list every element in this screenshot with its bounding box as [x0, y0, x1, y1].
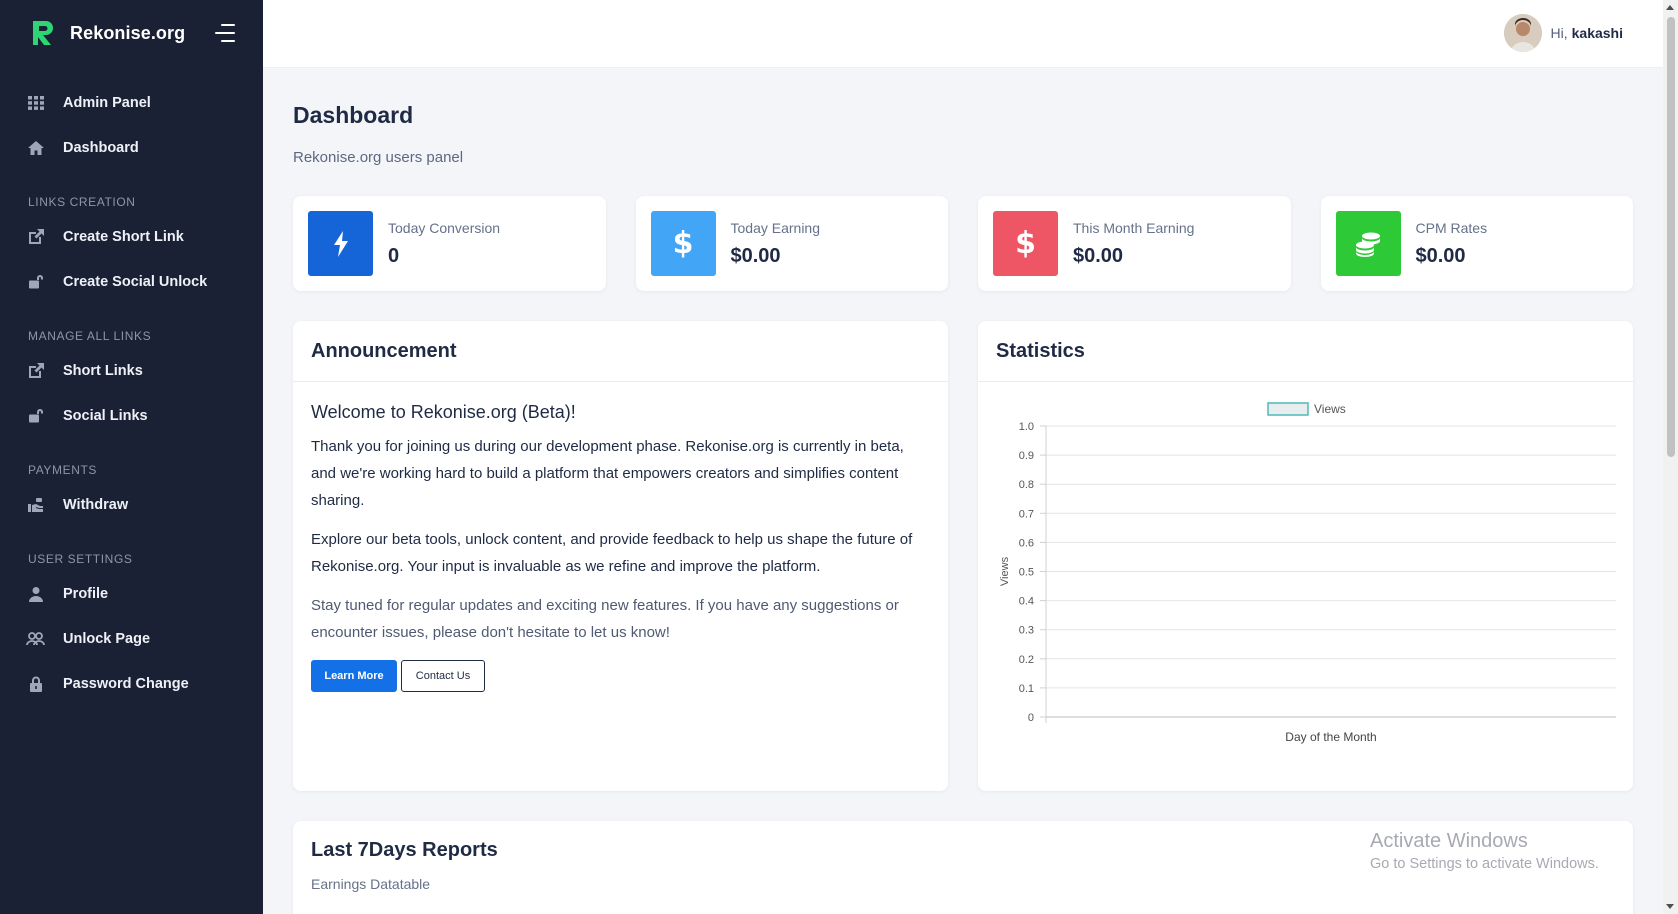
x-axis-label: Day of the Month — [1285, 730, 1376, 744]
stat-value: 0 — [388, 244, 400, 267]
y-tick-label: 0.2 — [1019, 654, 1034, 666]
y-tick-label: 0.5 — [1019, 567, 1034, 579]
user-menu[interactable]: Hi, kakashi — [1503, 14, 1623, 52]
unlock-icon — [26, 272, 46, 292]
user-icon — [26, 584, 46, 604]
sidebar-item-dashboard[interactable]: Dashboard — [0, 125, 263, 170]
avatar[interactable] — [1503, 14, 1542, 52]
lock-icon — [26, 674, 46, 694]
stats-row: Today Conversion 0 $ Today Earning $0.00… — [293, 196, 1633, 291]
users-unlock-icon — [26, 629, 46, 649]
page-scrollbar[interactable] — [1663, 0, 1678, 914]
stat-label: Today Conversion — [388, 219, 501, 236]
y-axis-label: Views — [999, 556, 1011, 586]
sidebar-item-label: Create Short Link — [63, 228, 184, 245]
section-heading-links-creation: LINKS CREATION — [28, 195, 136, 209]
y-tick-label: 0.8 — [1019, 479, 1034, 491]
sidebar-item-label: Admin Panel — [63, 94, 151, 111]
external-link-icon — [26, 361, 46, 381]
greeting: Hi, — [1550, 25, 1568, 41]
y-tick-label: 0.4 — [1019, 596, 1034, 608]
stat-value: $0.00 — [1073, 244, 1124, 267]
reports-subtitle: Earnings Datatable — [311, 876, 431, 892]
sidebar-item-unlock-page[interactable]: Unlock Page — [0, 616, 263, 661]
sidebar-item-label: Withdraw — [63, 496, 129, 513]
sidebar-item-label: Social Links — [63, 407, 148, 424]
bolt-icon — [308, 211, 373, 276]
announcement-title: Welcome to Rekonise.org (Beta)! — [311, 402, 576, 422]
sidebar-item-admin-panel[interactable]: Admin Panel — [0, 80, 263, 125]
unlock-icon — [26, 406, 46, 426]
sidebar-item-create-short-link[interactable]: Create Short Link — [0, 214, 263, 259]
legend-label: Views — [1314, 402, 1346, 416]
topbar: Hi, kakashi — [263, 0, 1663, 68]
sidebar-item-label: Profile — [63, 585, 109, 602]
brand-name[interactable]: Rekonise.org — [70, 23, 213, 44]
learn-more-button[interactable]: Learn More — [311, 660, 397, 692]
sidebar-item-label: Dashboard — [63, 139, 139, 156]
announcement-card: Announcement Welcome to Rekonise.org (Be… — [293, 321, 948, 791]
watermark-line: Activate Windows — [1370, 830, 1528, 852]
page-title: Dashboard — [293, 102, 414, 128]
windows-activation-watermark: Activate Windows Go to Settings to activ… — [1370, 830, 1599, 872]
scroll-down-icon[interactable] — [1666, 904, 1674, 909]
main-content: Dashboard Rekonise.org users panel Today… — [293, 68, 1633, 914]
section-heading-user-settings: USER SETTINGS — [28, 552, 133, 566]
sidebar-item-label: Short Links — [63, 362, 143, 379]
views-chart: Views 0 0.1 0.2 0.3 0.4 0.5 0.6 0.7 0.8 0.9 1.0 View… — [999, 402, 1616, 744]
statistics-heading: Statistics — [978, 321, 1633, 382]
stat-month-earning: $ This Month Earning $0.00 — [978, 196, 1291, 291]
brand-logo-icon[interactable] — [30, 19, 56, 47]
sidebar-item-withdraw[interactable]: Withdraw — [0, 482, 263, 527]
scroll-up-icon[interactable] — [1666, 5, 1674, 10]
announcement-paragraph: Thank you for joining us during our deve… — [311, 438, 904, 509]
brand: Rekonise.org — [0, 0, 263, 66]
stat-label: CPM Rates — [1415, 219, 1488, 236]
sidebar-item-social-links[interactable]: Social Links — [0, 393, 263, 438]
statistics-card: Statistics Views 0 0.1 0.2 0.3 0.4 0.5 0.6 0.7 0.… — [978, 321, 1633, 791]
sidebar: Rekonise.org Admin Panel Dashboard LINKS… — [0, 0, 263, 914]
announcement-paragraph: Explore our beta tools, unlock content, … — [311, 531, 913, 575]
y-tick-label: 0 — [1028, 712, 1034, 724]
scroll-thumb[interactable] — [1667, 17, 1675, 457]
y-tick-label: 1.0 — [1019, 421, 1034, 433]
y-tick-label: 0.6 — [1019, 537, 1034, 549]
username: kakashi — [1571, 25, 1623, 41]
sidebar-item-password-change[interactable]: Password Change — [0, 661, 263, 706]
external-link-icon — [26, 227, 46, 247]
legend-swatch — [1267, 402, 1309, 416]
hand-money-icon — [26, 495, 46, 515]
y-tick-label: 0.9 — [1019, 450, 1034, 462]
sidebar-item-create-social-unlock[interactable]: Create Social Unlock — [0, 259, 263, 304]
section-heading-payments: PAYMENTS — [28, 463, 98, 477]
stat-today-earning: $ Today Earning $0.00 — [635, 196, 948, 291]
sidebar-item-label: Password Change — [63, 675, 189, 692]
home-icon — [26, 138, 46, 158]
content-row: Announcement Welcome to Rekonise.org (Be… — [293, 321, 1633, 791]
announcement-heading: Announcement — [293, 321, 948, 382]
dollar-icon: $ — [993, 211, 1058, 276]
stat-today-conversion: Today Conversion 0 — [293, 196, 606, 291]
stat-value: $0.00 — [1415, 244, 1466, 267]
announcement-paragraph: Stay tuned for regular updates and excit… — [311, 597, 899, 641]
y-tick-label: 0.7 — [1019, 508, 1034, 520]
y-tick-label: 0.1 — [1019, 683, 1034, 695]
stat-label: Today Earning — [730, 219, 821, 236]
sidebar-item-label: Create Social Unlock — [63, 273, 208, 290]
section-heading-manage-all-links: MANAGE ALL LINKS — [28, 329, 152, 343]
sidebar-item-label: Unlock Page — [63, 630, 151, 647]
stat-cpm-rates: CPM Rates $0.00 — [1320, 196, 1633, 291]
stat-label: This Month Earning — [1073, 219, 1195, 236]
sidebar-item-short-links[interactable]: Short Links — [0, 348, 263, 393]
watermark-line: Go to Settings to activate Windows. — [1370, 856, 1599, 872]
dollar-icon: $ — [650, 211, 716, 276]
grid-icon — [26, 93, 46, 113]
stat-value: $0.00 — [730, 244, 781, 267]
y-tick-label: 0.3 — [1019, 625, 1034, 637]
sidebar-item-profile[interactable]: Profile — [0, 571, 263, 616]
coins-icon — [1335, 211, 1401, 276]
contact-us-button[interactable]: Contact Us — [401, 660, 485, 692]
page-subtitle: Rekonise.org users panel — [293, 149, 464, 166]
menu-toggle-icon[interactable] — [213, 24, 235, 42]
